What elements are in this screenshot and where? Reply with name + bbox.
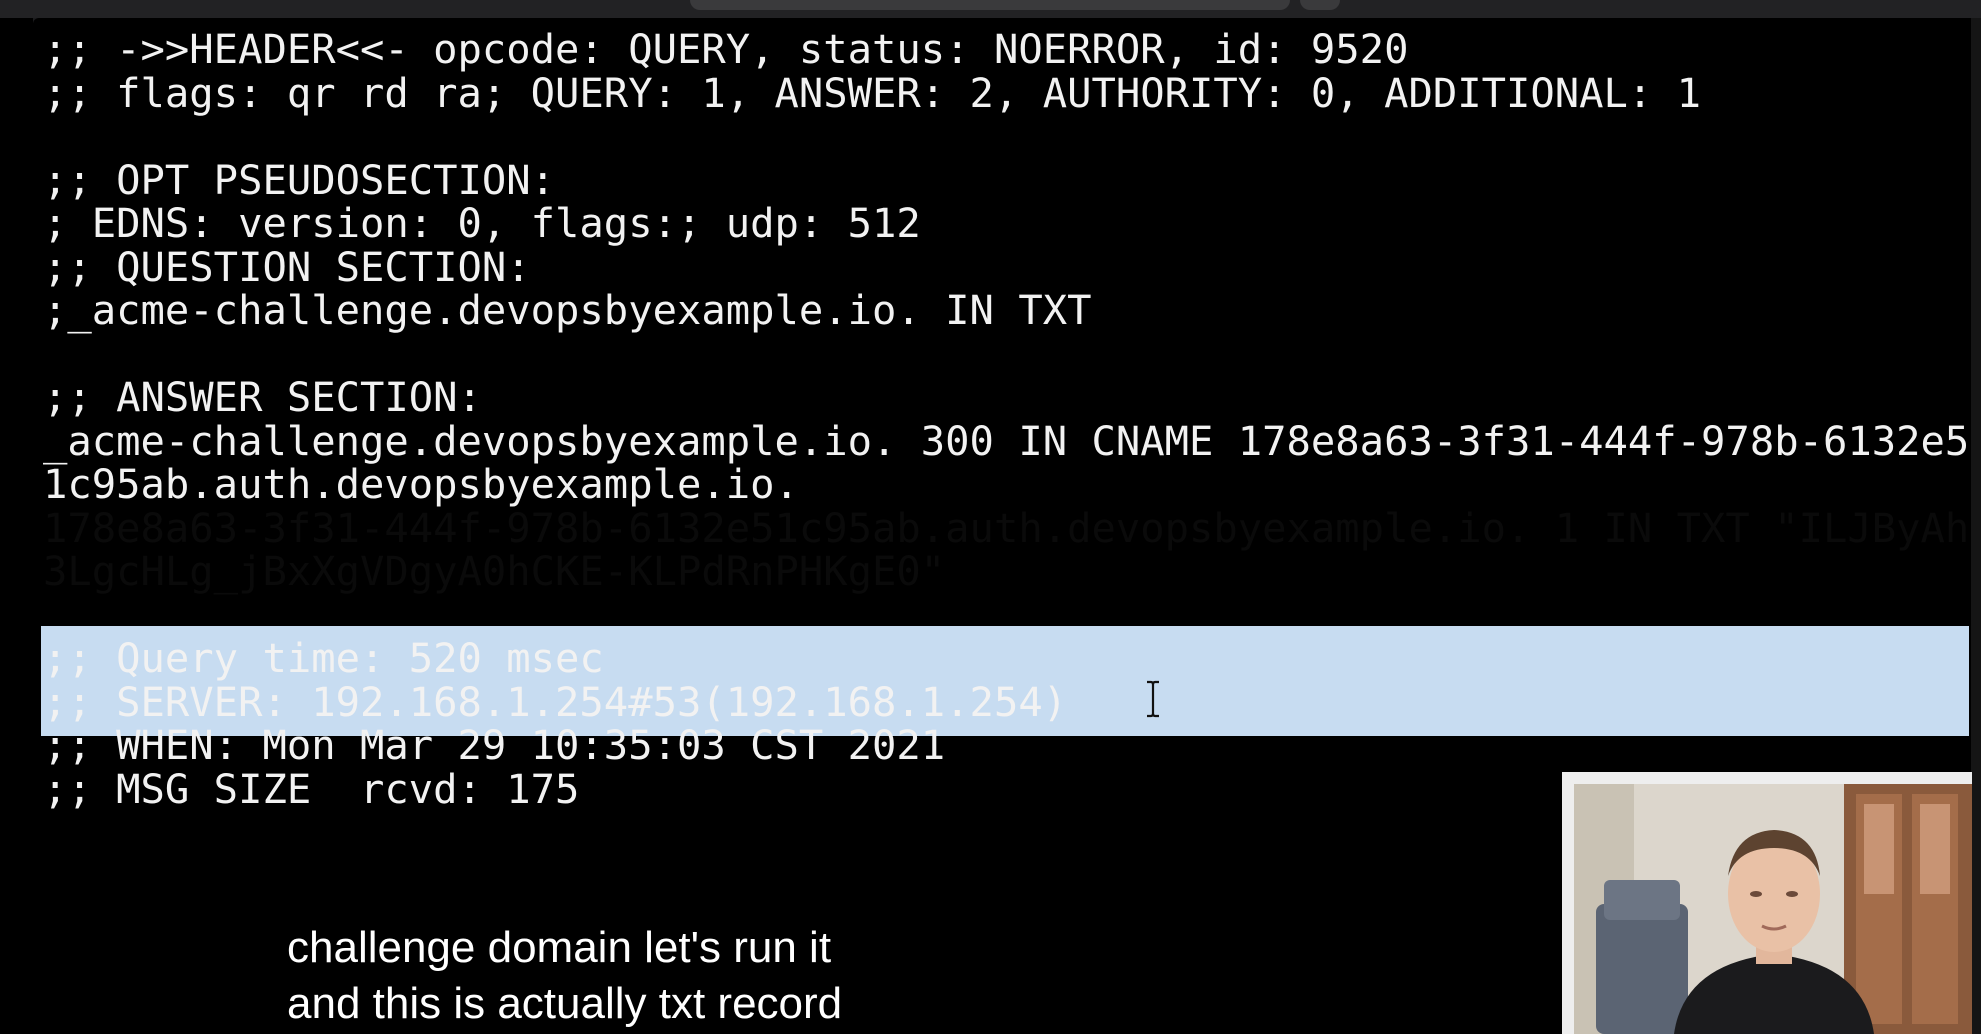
text-cursor-ibeam-icon <box>1147 680 1159 718</box>
webcam-scene <box>1574 784 1972 1034</box>
webcam-feed <box>1574 784 1972 1034</box>
presenter-webcam <box>1562 772 1972 1034</box>
selected-terminal-line[interactable]: 3LgcHLg_jBxXgVDgyA0hCKE-KLPdRnPHKgE0" <box>43 544 945 599</box>
screen: ;; ->>HEADER<<- opcode: QUERY, status: N… <box>0 0 1981 1034</box>
tab-strip[interactable] <box>690 0 1290 10</box>
video-caption: challenge domain let's run it and this i… <box>275 918 935 1034</box>
window-top-bar <box>0 0 1981 18</box>
tab-strip-secondary[interactable] <box>1300 0 1340 10</box>
left-edge <box>0 18 33 1034</box>
terminal-line: ;; MSG SIZE rcvd: 175 <box>43 765 580 813</box>
caption-line: challenge domain let's run it <box>287 923 832 972</box>
caption-line: and this is actually txt record <box>287 979 843 1028</box>
terminal-scrollbar[interactable] <box>1971 18 1981 1034</box>
terminal-line: ;; flags: qr rd ra; QUERY: 1, ANSWER: 2,… <box>43 69 1702 117</box>
terminal-line: ;_acme-challenge.devopsbyexample.io. IN … <box>43 286 1092 334</box>
